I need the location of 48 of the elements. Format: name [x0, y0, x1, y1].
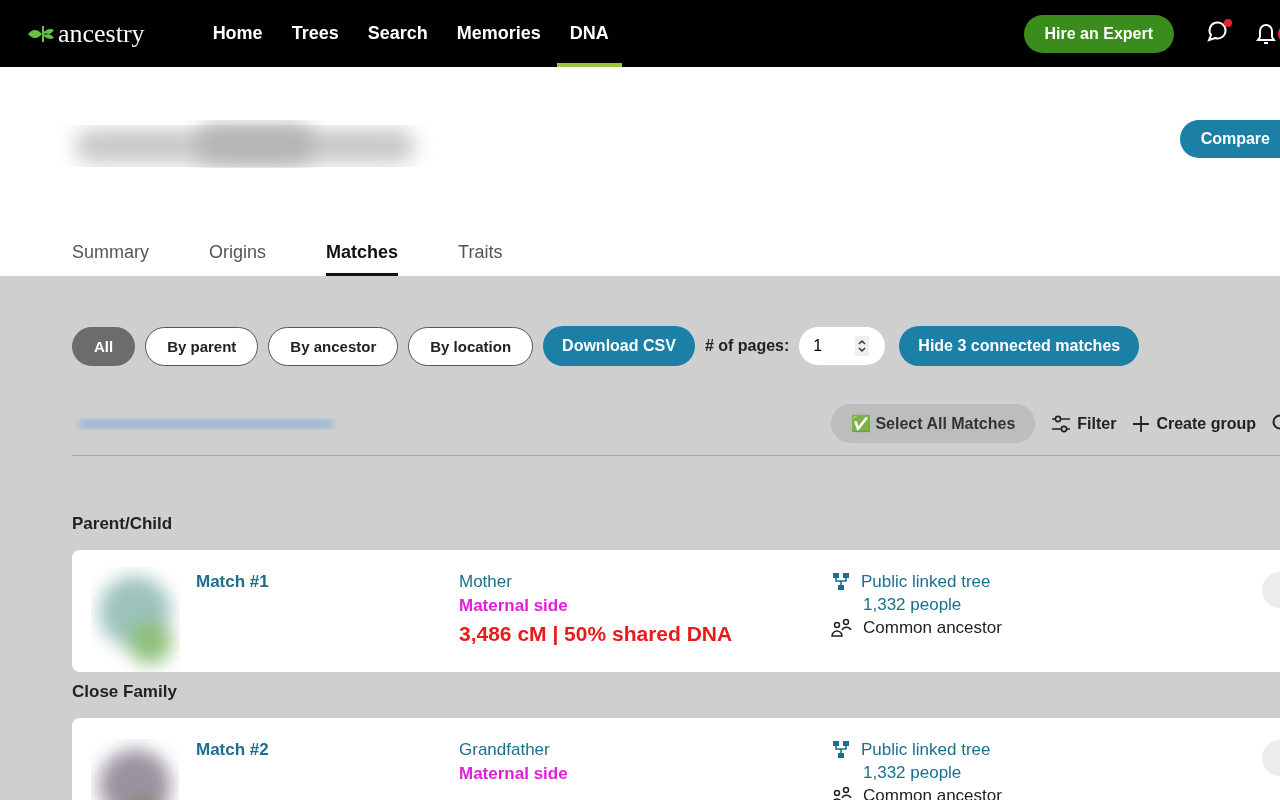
filter-pill[interactable]: By ancestor	[268, 326, 399, 366]
sliders-icon	[1051, 414, 1072, 433]
nav-link[interactable]: Home	[212, 0, 263, 67]
filter-pill[interactable]: All	[72, 326, 136, 366]
match-name[interactable]: Match #1	[196, 572, 459, 672]
logo[interactable]: ancestry	[26, 18, 145, 49]
filter-button[interactable]: Filter	[1051, 414, 1117, 433]
tree-icon	[831, 572, 851, 592]
hide-matches-button[interactable]: Hide 3 connected matches	[899, 326, 1140, 366]
tree-link[interactable]: Public linked tree	[861, 740, 991, 760]
match-card[interactable]: Match #1 Mother Maternal side 3,486 cM | 50% shared DNA Public linked tree 1,332 people Common ancestor	[72, 550, 1280, 672]
side-label: Maternal side	[459, 764, 569, 784]
tab[interactable]: Origins	[209, 242, 267, 276]
leaf-icon	[26, 23, 56, 44]
common-ancestor: Common ancestor	[863, 618, 1002, 638]
people-icon	[831, 786, 853, 800]
people-count[interactable]: 1,332 people	[863, 595, 1002, 615]
shared-dna: 3,486 cM | 50% shared DNA	[459, 622, 734, 646]
hire-button[interactable]: Hire an Expert	[1023, 14, 1174, 53]
side-label: Maternal side	[459, 596, 569, 616]
select-all-button[interactable]: ✅ Select All Matches	[830, 404, 1036, 443]
plus-icon	[1132, 414, 1151, 433]
stepper-icon[interactable]	[855, 336, 870, 356]
group-heading: Close Family	[72, 682, 178, 702]
tab[interactable]: Summary	[72, 242, 149, 276]
relationship: Grandfather	[459, 740, 551, 760]
people-count[interactable]: 1,332 people	[863, 763, 1002, 783]
tree-icon	[831, 740, 851, 760]
pages-field[interactable]: 1	[799, 327, 886, 365]
nav-link[interactable]: Trees	[291, 0, 339, 67]
nav-link[interactable]: Search	[367, 0, 428, 67]
relationship: Mother	[459, 572, 513, 592]
bell-icon[interactable]	[1254, 21, 1280, 46]
filter-pill[interactable]: By parent	[145, 326, 259, 366]
tab[interactable]: Traits	[458, 242, 503, 276]
pages-label: # of pages:	[704, 337, 790, 355]
people-icon	[831, 618, 853, 638]
chat-icon[interactable]	[1204, 18, 1234, 45]
filter-pill[interactable]: By location	[408, 326, 534, 366]
download-button[interactable]: Download CSV	[543, 326, 695, 366]
compare-button[interactable]: Compare	[1179, 120, 1280, 158]
logo-text: ancestry	[58, 18, 145, 49]
tab[interactable]: Matches	[326, 242, 399, 276]
match-name[interactable]: Match #2	[196, 740, 459, 800]
nav-link[interactable]: Memories	[456, 0, 541, 67]
create-group-button[interactable]: Create group	[1132, 414, 1256, 433]
tree-link[interactable]: Public linked tree	[861, 572, 991, 592]
group-heading: Parent/Child	[72, 514, 174, 534]
